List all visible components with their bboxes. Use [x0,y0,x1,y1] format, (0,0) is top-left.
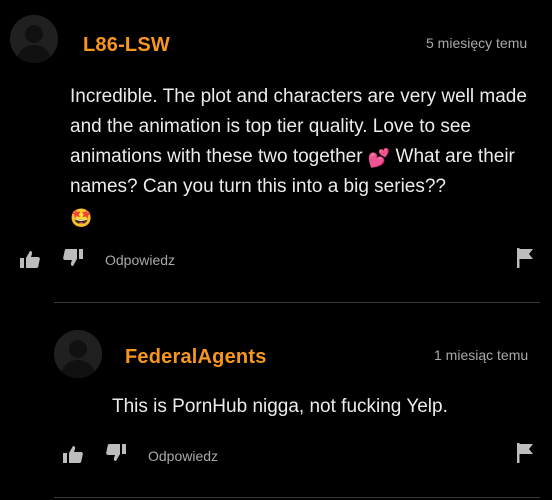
two-hearts-emoji: 💕 [367,148,391,168]
comment-username[interactable]: FederalAgents [125,346,267,369]
star-struck-emoji: 🤩 [70,208,93,228]
comment-username[interactable]: L86-LSW [83,34,170,57]
comment-timestamp: 5 miesięcy temu [426,35,528,51]
comment-divider [54,302,540,303]
flag-icon[interactable] [514,246,538,270]
thumbs-up-icon[interactable] [18,248,42,272]
user-silhouette-icon [54,330,102,378]
avatar[interactable] [10,15,58,63]
thumbs-up-icon[interactable] [61,443,85,467]
thumbs-down-icon[interactable] [104,440,128,464]
avatar[interactable] [54,330,102,378]
comment-text: This is PornHub nigga, not fucking Yelp. [112,396,448,417]
comment-divider [54,497,540,498]
reply-button[interactable]: Odpowiedz [148,448,218,464]
user-silhouette-icon [10,15,58,63]
flag-icon[interactable] [514,441,538,465]
comment-timestamp: 1 miesiąc temu [434,347,529,363]
thumbs-down-icon[interactable] [61,245,85,269]
comment-text: Incredible. The plot and characters are … [70,82,540,232]
reply-button[interactable]: Odpowiedz [105,252,175,268]
